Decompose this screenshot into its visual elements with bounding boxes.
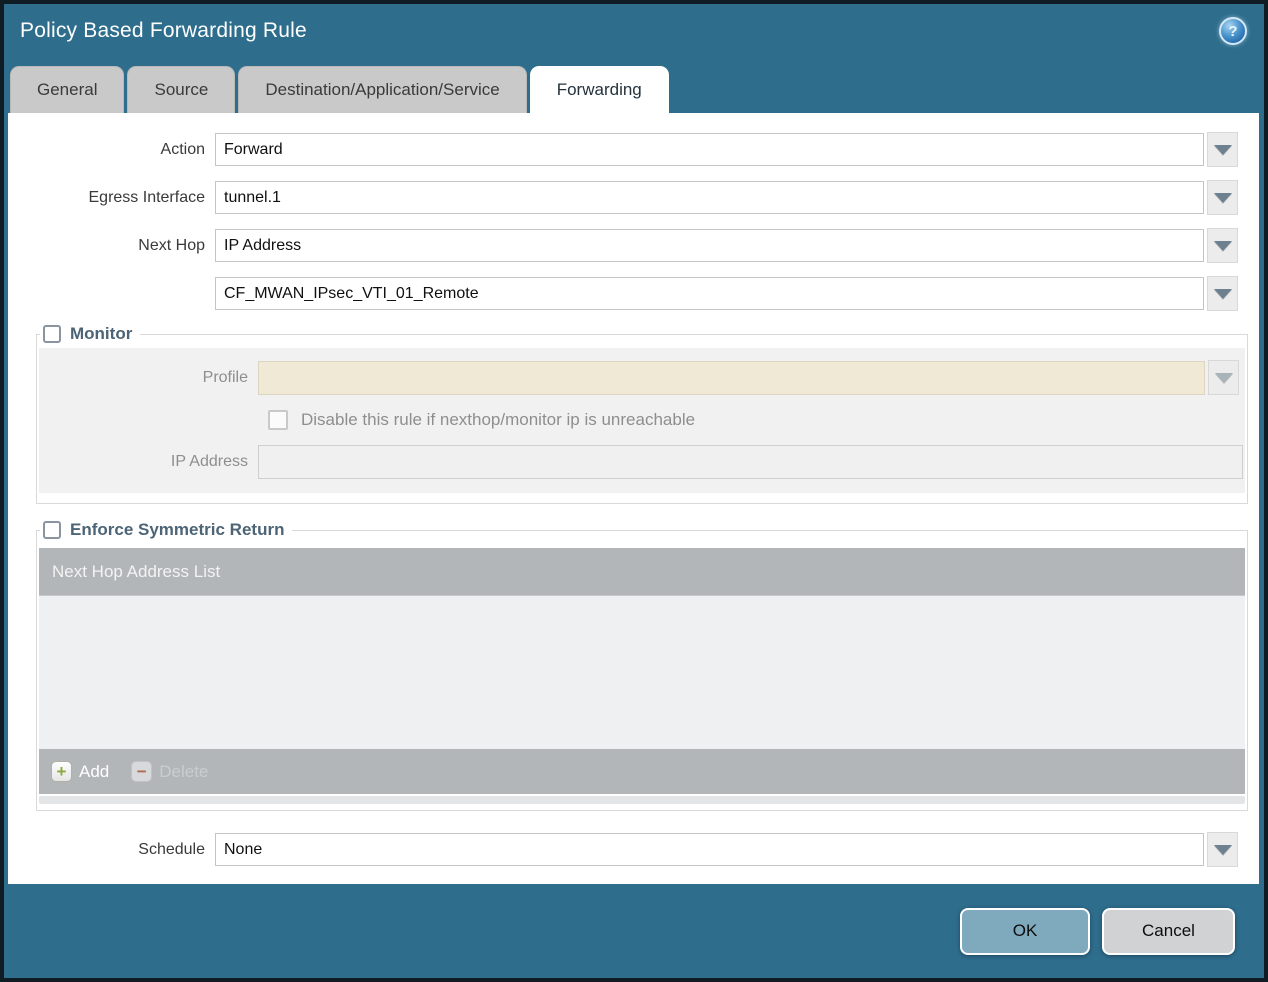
enforce-symmetric-return-checkbox[interactable] — [43, 521, 61, 539]
tab-label: Forwarding — [556, 80, 642, 99]
next-hop-address-combo — [215, 276, 1238, 311]
horizontal-scrollbar[interactable] — [39, 796, 1245, 804]
next-hop-label: Next Hop — [138, 236, 205, 254]
chevron-down-icon — [1213, 240, 1232, 251]
monitor-ip-address-row: IP Address — [39, 445, 1245, 479]
monitor-legend-label: Monitor — [70, 324, 133, 343]
monitor-ip-address-input — [258, 445, 1243, 479]
dialog-title: Policy Based Forwarding Rule — [20, 19, 307, 42]
tab-source[interactable]: Source — [127, 66, 236, 113]
schedule-input[interactable] — [215, 833, 1204, 866]
egress-interface-input[interactable] — [215, 181, 1204, 214]
add-icon: + — [51, 761, 72, 782]
action-dropdown-button[interactable] — [1207, 132, 1238, 167]
chevron-down-icon — [1213, 144, 1232, 155]
monitor-section: Monitor Profile Disable this rule if nex… — [36, 324, 1248, 504]
delete-icon: − — [131, 761, 153, 782]
disable-rule-checkbox[interactable] — [268, 410, 288, 430]
title-bar: Policy Based Forwarding Rule ? — [4, 4, 1264, 66]
tab-label: Destination/Application/Service — [265, 80, 500, 99]
chevron-down-icon — [1213, 288, 1232, 299]
next-hop-address-list-table: Next Hop Address List + Add − Delete — [39, 548, 1245, 804]
profile-dropdown-button — [1208, 360, 1239, 395]
next-hop-address-dropdown-button[interactable] — [1207, 276, 1238, 311]
tab-general[interactable]: General — [10, 66, 125, 113]
next-hop-address-row — [8, 276, 1259, 311]
egress-interface-label: Egress Interface — [88, 188, 206, 206]
next-hop-address-list-toolbar: + Add − Delete — [39, 749, 1245, 794]
ok-button[interactable]: OK — [960, 907, 1090, 955]
next-hop-dropdown-button[interactable] — [1207, 228, 1238, 263]
tab-destination-application-service[interactable]: Destination/Application/Service — [238, 66, 527, 113]
monitor-panel: Profile Disable this rule if nexthop/mon… — [39, 348, 1245, 493]
next-hop-address-list-header: Next Hop Address List — [39, 548, 1245, 596]
tab-content-forwarding: Action Egress Interface Ne — [8, 113, 1259, 884]
profile-combo — [258, 360, 1245, 395]
action-label: Action — [160, 140, 205, 158]
enforce-symmetric-return-section: Enforce Symmetric Return Next Hop Addres… — [36, 520, 1248, 811]
chevron-down-icon — [1213, 192, 1232, 203]
dialog-frame: Policy Based Forwarding Rule ? General S… — [0, 0, 1268, 982]
monitor-legend: Monitor — [40, 324, 140, 344]
help-icon[interactable]: ? — [1219, 17, 1247, 45]
action-row: Action — [8, 132, 1259, 167]
next-hop-address-list-body[interactable] — [39, 596, 1245, 749]
add-button[interactable]: + Add — [51, 761, 109, 782]
policy-based-forwarding-dialog: Policy Based Forwarding Rule ? General S… — [4, 4, 1264, 978]
tab-label: General — [37, 80, 98, 99]
add-button-label: Add — [79, 761, 110, 781]
next-hop-combo — [215, 228, 1238, 263]
cancel-button[interactable]: Cancel — [1102, 907, 1235, 955]
profile-label: Profile — [202, 368, 248, 386]
egress-interface-row: Egress Interface — [8, 180, 1259, 215]
schedule-label: Schedule — [138, 840, 205, 858]
schedule-dropdown-button[interactable] — [1207, 832, 1238, 867]
delete-button[interactable]: − Delete — [131, 761, 208, 782]
next-hop-type-input[interactable] — [215, 229, 1204, 262]
monitor-checkbox[interactable] — [43, 325, 61, 343]
monitor-ip-address-label: IP Address — [170, 453, 248, 470]
tab-label: Source — [154, 80, 209, 99]
tab-bar: General Source Destination/Application/S… — [4, 66, 1264, 113]
enforce-legend-label: Enforce Symmetric Return — [70, 520, 285, 539]
enforce-legend: Enforce Symmetric Return — [40, 520, 292, 540]
next-hop-row: Next Hop — [8, 228, 1259, 263]
disable-rule-label: Disable this rule if nexthop/monitor ip … — [301, 410, 696, 429]
egress-interface-dropdown-button[interactable] — [1207, 180, 1238, 215]
schedule-combo — [215, 832, 1238, 867]
dialog-footer: OK Cancel — [4, 884, 1264, 978]
profile-input — [258, 360, 1205, 395]
action-input[interactable] — [215, 133, 1204, 166]
delete-button-label: Delete — [159, 761, 209, 781]
action-combo — [215, 132, 1238, 167]
profile-row: Profile — [39, 360, 1245, 395]
next-hop-address-input[interactable] — [215, 277, 1204, 310]
disable-rule-row: Disable this rule if nexthop/monitor ip … — [268, 410, 1245, 430]
schedule-row: Schedule — [8, 832, 1259, 867]
chevron-down-icon — [1214, 372, 1233, 383]
egress-interface-combo — [215, 180, 1238, 215]
chevron-down-icon — [1213, 844, 1232, 855]
tab-forwarding[interactable]: Forwarding — [529, 66, 669, 113]
help-icon-glyph: ? — [1228, 22, 1238, 40]
